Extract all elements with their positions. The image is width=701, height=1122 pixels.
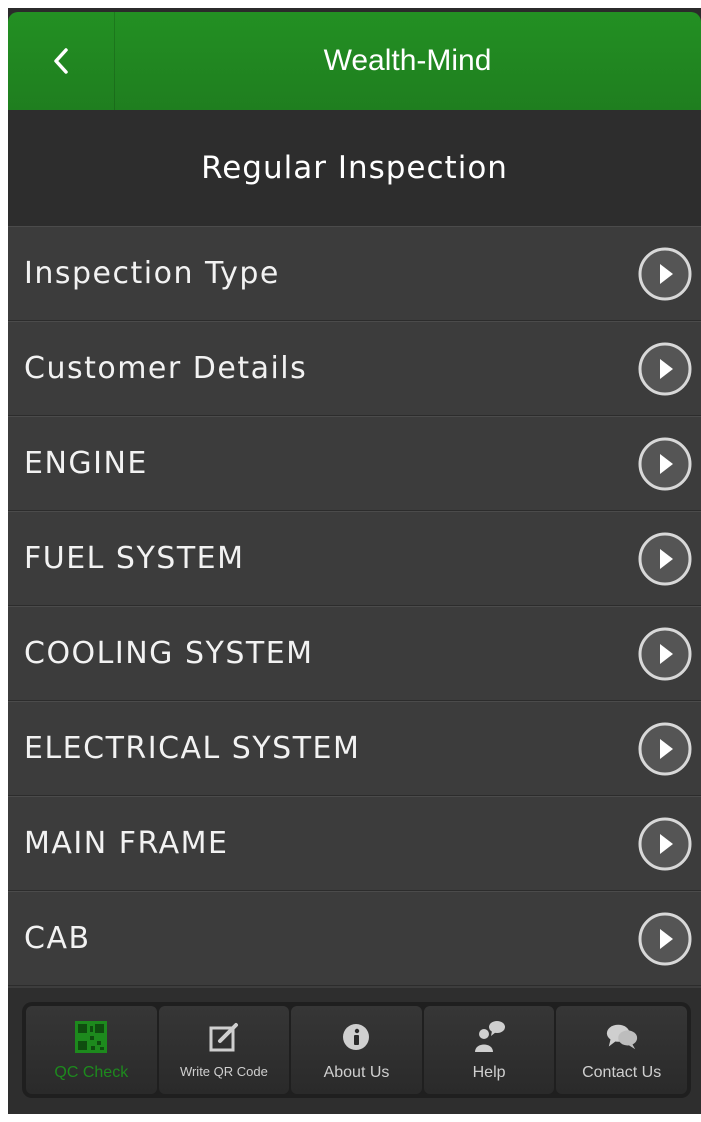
- play-circle-icon[interactable]: [637, 436, 693, 492]
- play-circle-icon[interactable]: [637, 816, 693, 872]
- app-title: Wealth-Mind: [323, 44, 492, 77]
- tab-label: QC Check: [54, 1064, 129, 1081]
- play-circle-icon[interactable]: [637, 341, 693, 397]
- inspection-category-list: Inspection Type Customer Details ENGINE …: [8, 226, 701, 986]
- list-item-label: ELECTRICAL SYSTEM: [24, 731, 361, 766]
- list-item-label: Customer Details: [24, 351, 308, 386]
- help-user-icon: [472, 1020, 506, 1054]
- tab-qc-check[interactable]: QC Check: [26, 1006, 157, 1094]
- tab-label: About Us: [323, 1064, 390, 1081]
- list-item-engine[interactable]: ENGINE: [8, 416, 701, 511]
- edit-icon: [207, 1020, 241, 1054]
- back-chevron-icon: [54, 48, 68, 74]
- play-circle-icon[interactable]: [637, 721, 693, 777]
- list-item-customer-details[interactable]: Customer Details: [8, 321, 701, 416]
- play-circle-icon[interactable]: [637, 626, 693, 682]
- list-item-electrical-system[interactable]: ELECTRICAL SYSTEM: [8, 701, 701, 796]
- tab-help[interactable]: Help: [423, 1006, 555, 1094]
- tab-label: Help: [472, 1064, 506, 1081]
- list-item-inspection-type[interactable]: Inspection Type: [8, 226, 701, 321]
- top-navigation-bar: Wealth-Mind: [8, 12, 701, 110]
- bottom-tab-bar-container: QC Check Write QR Code About Us Help Con…: [8, 986, 701, 1114]
- play-circle-icon[interactable]: [637, 911, 693, 967]
- list-item-label: MAIN FRAME: [24, 826, 229, 861]
- app-screen: Wealth-Mind Regular Inspection Inspectio…: [8, 8, 701, 1114]
- tab-label: Contact Us: [582, 1064, 662, 1081]
- qr-code-icon: [74, 1020, 108, 1054]
- tab-label: Write QR Code: [179, 1064, 268, 1079]
- list-item-cab[interactable]: CAB: [8, 891, 701, 986]
- list-item-label: FUEL SYSTEM: [24, 541, 245, 576]
- back-button[interactable]: [8, 12, 115, 110]
- list-item-label: COOLING SYSTEM: [24, 636, 314, 671]
- chat-bubbles-icon: [605, 1020, 639, 1054]
- tab-write-qr-code[interactable]: Write QR Code: [158, 1006, 290, 1094]
- info-icon: [339, 1020, 373, 1054]
- list-item-label: CAB: [24, 921, 91, 956]
- page-title: Regular Inspection: [201, 150, 508, 186]
- play-circle-icon[interactable]: [637, 531, 693, 587]
- list-item-cooling-system[interactable]: COOLING SYSTEM: [8, 606, 701, 701]
- list-item-label: ENGINE: [24, 446, 148, 481]
- list-item-label: Inspection Type: [24, 256, 280, 291]
- play-circle-icon[interactable]: [637, 246, 693, 302]
- tab-about-us[interactable]: About Us: [291, 1006, 422, 1094]
- bottom-tab-bar: QC Check Write QR Code About Us Help Con…: [22, 1002, 691, 1098]
- list-item-main-frame[interactable]: MAIN FRAME: [8, 796, 701, 891]
- page-subheader: Regular Inspection: [8, 110, 701, 226]
- tab-contact-us[interactable]: Contact Us: [556, 1006, 687, 1094]
- list-item-fuel-system[interactable]: FUEL SYSTEM: [8, 511, 701, 606]
